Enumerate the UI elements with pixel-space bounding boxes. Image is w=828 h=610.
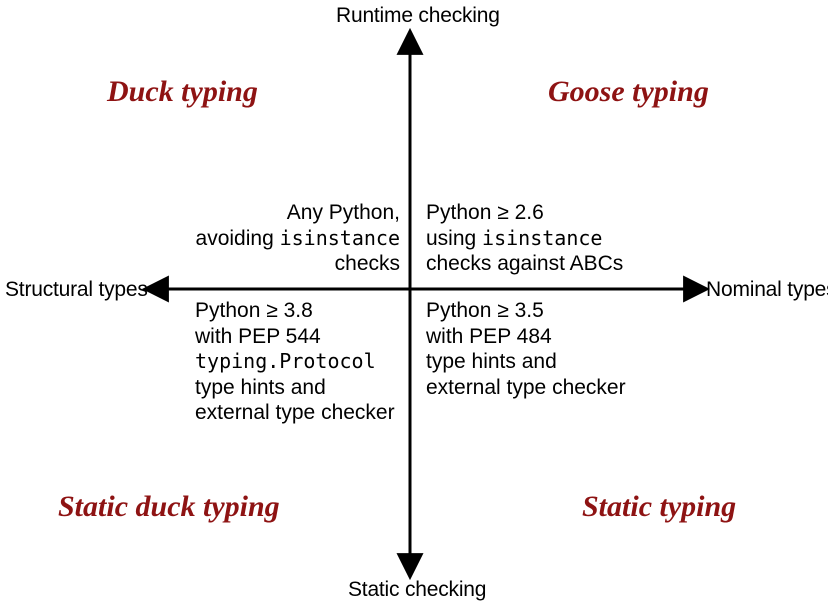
typing-quadrant-diagram: Runtime checking Static checking Structu… [0,0,828,610]
desc-line: using isinstance [426,226,726,252]
desc-line: Python ≥ 3.5 [426,298,686,324]
desc-static-duck-typing: Python ≥ 3.8 with PEP 544 typing.Protoco… [195,298,415,426]
desc-line: checks against ABCs [426,251,726,277]
quadrant-title-duck-typing: Duck typing [107,75,258,109]
axis-label-right: Nominal types [706,278,828,302]
desc-line: external type checker [426,375,686,401]
desc-line: external type checker [195,400,415,426]
desc-line: Python ≥ 2.6 [426,200,726,226]
desc-line: typing.Protocol [195,349,415,375]
quadrant-title-static-typing: Static typing [582,490,736,524]
quadrant-title-static-duck-typing: Static duck typing [58,490,280,524]
desc-line: with PEP 544 [195,324,415,350]
quadrant-title-goose-typing: Goose typing [548,75,709,109]
desc-line: type hints and [426,349,686,375]
desc-goose-typing: Python ≥ 2.6 using isinstance checks aga… [426,200,726,277]
desc-line: with PEP 484 [426,324,686,350]
desc-line: Python ≥ 3.8 [195,298,415,324]
axis-label-left: Structural types [5,278,148,302]
axis-label-bottom: Static checking [348,578,486,602]
desc-duck-typing: Any Python, avoiding isinstance checks [140,200,400,277]
desc-static-typing: Python ≥ 3.5 with PEP 484 type hints and… [426,298,686,400]
axis-label-top: Runtime checking [336,4,500,28]
desc-line: Any Python, [140,200,400,226]
desc-line: checks [140,251,400,277]
desc-line: avoiding isinstance [140,226,400,252]
desc-line: type hints and [195,375,415,401]
